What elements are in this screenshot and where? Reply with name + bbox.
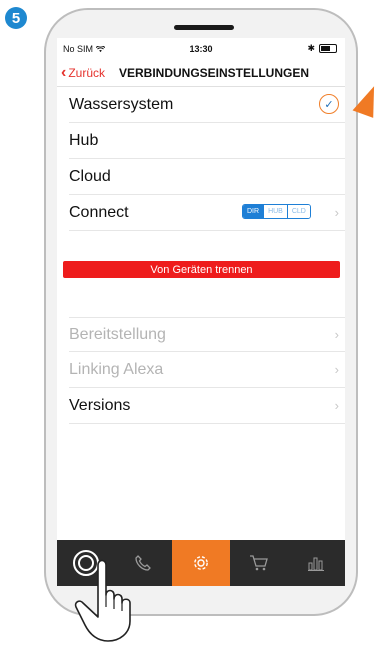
row-label: Cloud xyxy=(69,168,111,185)
back-label: Zurück xyxy=(68,66,106,80)
gear-icon xyxy=(194,556,208,570)
row-cloud[interactable]: Cloud xyxy=(69,160,345,195)
tapping-hand-icon xyxy=(74,559,131,642)
back-button[interactable]: ‹ Zurück xyxy=(61,64,106,81)
row-label: Hub xyxy=(69,132,99,149)
row-label: Bereitstellung xyxy=(69,326,166,343)
tab-shop[interactable] xyxy=(230,540,288,586)
row-hub[interactable]: Hub xyxy=(69,124,345,159)
connection-mode-segmented-control: DIR HUB CLD xyxy=(242,204,311,219)
row-label: Wassersystem xyxy=(69,96,174,113)
segment-cld[interactable]: CLD xyxy=(286,205,310,218)
row-connect[interactable]: Connect DIR HUB CLD › xyxy=(69,196,345,231)
segment-hub[interactable]: HUB xyxy=(263,205,287,218)
chevron-right-icon: › xyxy=(334,327,339,342)
chevron-right-icon: › xyxy=(334,362,339,377)
row-versions[interactable]: Versions › xyxy=(69,389,345,424)
bar-chart-icon xyxy=(308,557,325,571)
row-label: Connect xyxy=(69,204,129,221)
status-bar: No SIM 13:30 ✱ xyxy=(57,38,345,60)
row-wassersystem[interactable]: Wassersystem ✓ xyxy=(69,88,345,123)
page-title: VERBINDUNGSEINSTELLUNGEN xyxy=(119,66,310,80)
disconnect-devices-button[interactable]: Von Geräten trennen xyxy=(63,261,340,278)
checkmark-icon: ✓ xyxy=(319,94,339,114)
chevron-left-icon: ‹ xyxy=(61,64,67,81)
tab-statistics[interactable] xyxy=(287,540,345,586)
chevron-right-icon: › xyxy=(334,398,339,413)
navigation-bar: ‹ Zurück VERBINDUNGSEINSTELLUNGEN xyxy=(57,60,345,87)
row-bereitstellung[interactable]: Bereitstellung › xyxy=(69,317,345,352)
phone-speaker xyxy=(174,25,234,30)
cart-icon xyxy=(249,555,268,571)
phone-screen: No SIM 13:30 ✱ ‹ Zurück VERBINDUNGSEINST… xyxy=(57,38,345,586)
chevron-right-icon: › xyxy=(334,205,339,220)
battery-icon xyxy=(319,44,337,53)
segment-dir[interactable]: DIR xyxy=(243,205,264,218)
row-linking-alexa[interactable]: Linking Alexa › xyxy=(69,353,345,388)
status-time: 13:30 xyxy=(189,44,213,54)
step-number-badge: 5 xyxy=(5,7,27,29)
tab-settings[interactable] xyxy=(172,540,230,586)
phone-frame: No SIM 13:30 ✱ ‹ Zurück VERBINDUNGSEINST… xyxy=(44,8,358,616)
row-label: Linking Alexa xyxy=(69,361,164,378)
row-label: Versions xyxy=(69,397,131,414)
bluetooth-icon: ✱ xyxy=(307,43,315,53)
